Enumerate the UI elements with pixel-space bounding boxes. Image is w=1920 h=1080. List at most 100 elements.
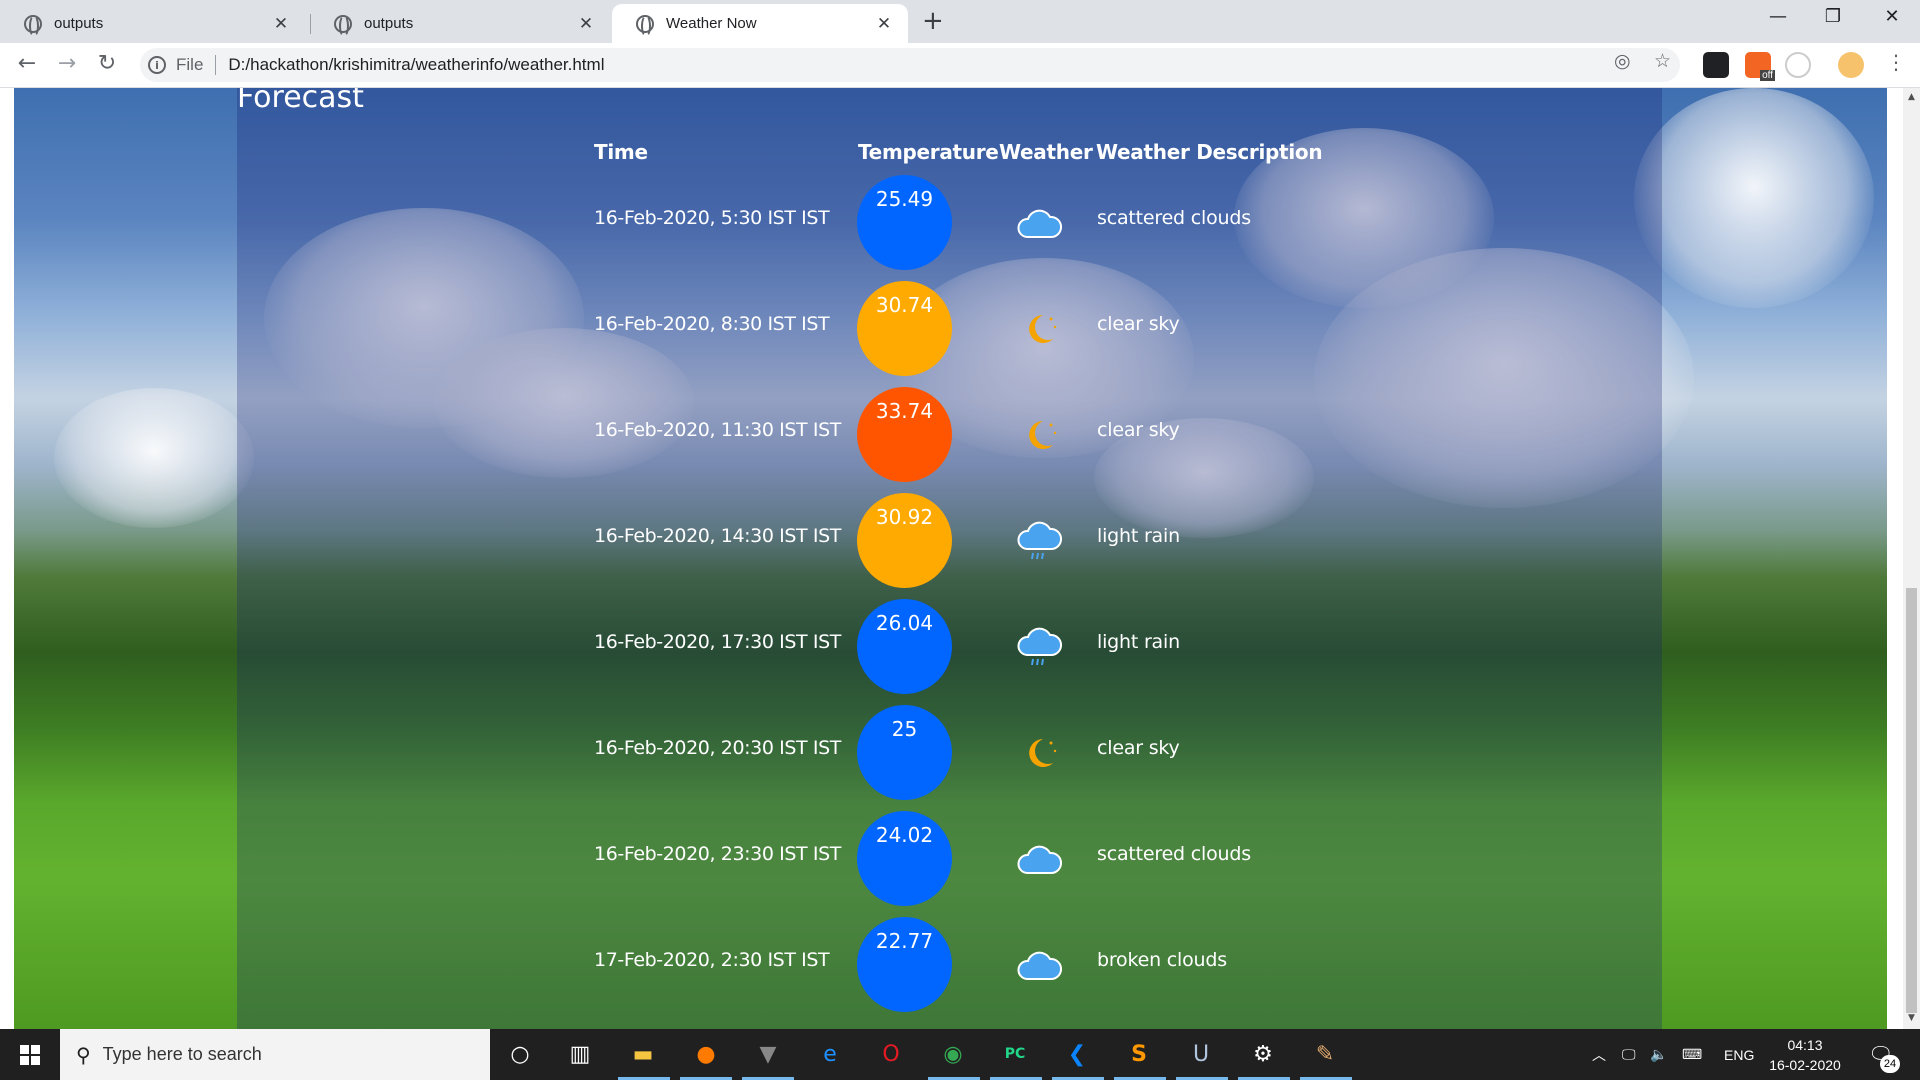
vscode-icon[interactable]: ❮ [1060, 1037, 1094, 1071]
uplay-icon[interactable]: U [1184, 1037, 1218, 1071]
extension-puzzle-icon[interactable] [1703, 52, 1729, 78]
browser-tabstrip: outputs ✕ outputs ✕ Weather Now ✕ + — ❐ … [0, 0, 1920, 43]
forecast-time: 16-Feb-2020, 11:30 IST IST [594, 419, 841, 441]
rain-cloud-icon [1015, 519, 1063, 563]
page-heading: Forecast [237, 88, 364, 115]
temperature-badge: 25 [857, 705, 952, 800]
column-header-weather: Weather [999, 140, 1093, 164]
bookmark-star-icon[interactable]: ☆ [1654, 50, 1671, 72]
weather-description: broken clouds [1097, 949, 1227, 971]
scroll-thumb[interactable] [1906, 588, 1917, 1013]
scroll-up-arrow[interactable]: ▲ [1903, 92, 1920, 102]
firefox-icon[interactable]: ● [689, 1037, 723, 1071]
close-tab-icon[interactable]: ✕ [874, 14, 894, 34]
cortana-icon[interactable]: ○ [503, 1037, 537, 1071]
close-window-button[interactable]: ✕ [1872, 6, 1912, 27]
address-bar[interactable]: i File D:/hackathon/krishimitra/weatheri… [140, 48, 1680, 82]
forecast-row: 16-Feb-2020, 17:30 IST IST 26.04 light rai… [0, 599, 1920, 694]
browser-tab[interactable]: outputs ✕ [310, 4, 610, 43]
extension-circle-icon[interactable] [1785, 52, 1811, 78]
weather-description: light rain [1097, 631, 1180, 653]
menu-kebab-icon[interactable]: ⋮ [1886, 50, 1906, 74]
profile-avatar[interactable] [1838, 52, 1864, 78]
url-text[interactable]: D:/hackathon/krishimitra/weatherinfo/wea… [228, 55, 604, 75]
forecast-row: 16-Feb-2020, 8:30 IST IST 30.74 clear sky [0, 281, 1920, 376]
taskbar-search[interactable]: ⚲ Type here to search [60, 1029, 490, 1080]
extension-badge: off [1760, 70, 1775, 81]
maximize-button[interactable]: ❐ [1813, 6, 1853, 27]
search-icon: ⚲ [76, 1042, 91, 1067]
keyboard-icon[interactable]: ⌨ [1682, 1029, 1702, 1080]
info-icon[interactable]: i [148, 56, 166, 74]
clock-time: 04:13 [1787, 1037, 1823, 1053]
globe-icon [334, 14, 352, 37]
weather-description: scattered clouds [1097, 843, 1251, 865]
new-tab-button[interactable]: + [922, 6, 944, 36]
predator-icon[interactable]: ▼ [751, 1037, 785, 1071]
volume-icon[interactable]: 🔈 [1650, 1029, 1667, 1080]
forecast-row: 16-Feb-2020, 5:30 IST IST 25.49 scattered … [0, 175, 1920, 270]
moon-icon [1015, 731, 1063, 775]
scheme-label: File [176, 55, 204, 74]
temperature-value: 25.49 [875, 187, 934, 211]
pycharm-icon[interactable]: PC [998, 1037, 1032, 1071]
forecast-row: 16-Feb-2020, 23:30 IST IST 24.02 scattered… [0, 811, 1920, 906]
show-hidden-icons[interactable]: ︿ [1592, 1029, 1606, 1080]
network-icon[interactable]: 🖵 [1622, 1029, 1636, 1080]
temperature-value: 30.74 [875, 293, 934, 317]
weather-description: light rain [1097, 525, 1180, 547]
file-explorer-icon[interactable]: ▬ [626, 1037, 660, 1071]
edge-icon[interactable]: e [813, 1037, 847, 1071]
temperature-badge: 25.49 [857, 175, 952, 270]
tab-title: Weather Now [666, 15, 757, 32]
settings-gear-icon[interactable]: ⚙ [1246, 1037, 1280, 1071]
temperature-value: 33.74 [875, 399, 934, 423]
close-tab-icon[interactable]: ✕ [271, 14, 291, 34]
search-placeholder: Type here to search [102, 1044, 262, 1064]
temperature-value: 25 [891, 717, 918, 741]
sublime-icon[interactable]: S [1122, 1037, 1156, 1071]
forecast-time: 17-Feb-2020, 2:30 IST IST [594, 949, 830, 971]
start-button[interactable] [0, 1029, 60, 1080]
vertical-scrollbar[interactable]: ▲ ▼ [1903, 88, 1920, 1029]
moon-icon [1015, 307, 1063, 351]
forecast-time: 16-Feb-2020, 17:30 IST IST [594, 631, 841, 653]
temperature-badge: 30.74 [857, 281, 952, 376]
task-view-icon[interactable]: ▥ [563, 1037, 597, 1071]
tab-title: outputs [364, 15, 414, 32]
temperature-badge: 24.02 [857, 811, 952, 906]
close-tab-icon[interactable]: ✕ [576, 14, 596, 34]
weather-description: scattered clouds [1097, 207, 1251, 229]
moon-icon [1015, 413, 1063, 457]
temperature-badge: 26.04 [857, 599, 952, 694]
browser-tab[interactable]: outputs ✕ [0, 4, 305, 43]
tab-title: outputs [54, 15, 104, 32]
reload-button[interactable]: ↻ [92, 51, 122, 76]
system-clock[interactable]: 04:13 16-02-2020 [1760, 1035, 1850, 1075]
clock-date: 16-02-2020 [1769, 1057, 1841, 1073]
globe-icon [24, 14, 42, 37]
forecast-time: 16-Feb-2020, 20:30 IST IST [594, 737, 841, 759]
globe-icon [636, 14, 654, 37]
weather-description: clear sky [1097, 419, 1180, 441]
forward-button[interactable]: → [52, 51, 82, 76]
forecast-time: 16-Feb-2020, 8:30 IST IST [594, 313, 830, 335]
extension-off-icon[interactable]: off [1745, 52, 1775, 81]
windows-taskbar: ⚲ Type here to search ○ ▥ ▬ ● ▼ e O ◉ PC… [0, 1029, 1920, 1080]
browser-tab-active[interactable]: Weather Now ✕ [612, 4, 908, 43]
paint-icon[interactable]: ✎ [1308, 1037, 1342, 1071]
column-header-description: Weather Description [1096, 140, 1323, 164]
forecast-row: 16-Feb-2020, 11:30 IST IST 33.74 clear sky [0, 387, 1920, 482]
chrome-icon[interactable]: ◉ [936, 1037, 970, 1071]
temperature-value: 24.02 [875, 823, 934, 847]
back-button[interactable]: ← [12, 51, 42, 76]
language-indicator[interactable]: ENG [1724, 1029, 1754, 1080]
cloud-icon [1015, 201, 1063, 245]
forecast-row: 16-Feb-2020, 14:30 IST IST 30.92 light rai… [0, 493, 1920, 588]
forecast-time: 16-Feb-2020, 14:30 IST IST [594, 525, 841, 547]
temperature-value: 26.04 [875, 611, 934, 635]
opera-icon[interactable]: O [874, 1037, 908, 1071]
scroll-down-arrow[interactable]: ▼ [1903, 1013, 1920, 1023]
location-icon[interactable]: ◎ [1614, 50, 1631, 72]
minimize-button[interactable]: — [1758, 6, 1798, 27]
